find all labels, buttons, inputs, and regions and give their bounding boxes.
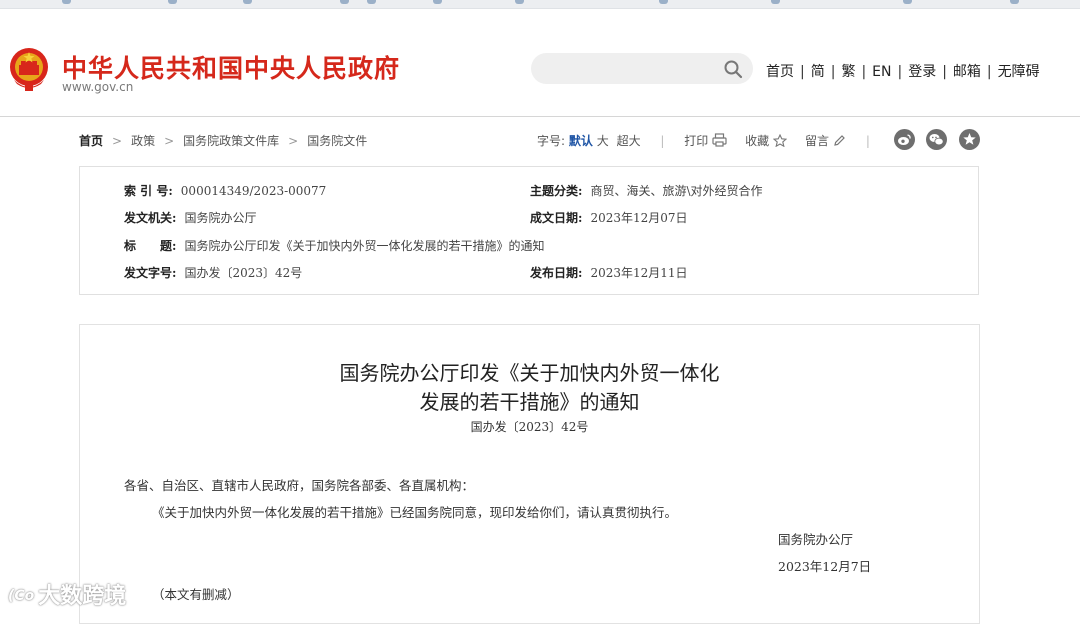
meta-label: 索 引 号: — [124, 184, 173, 198]
meta-value: 商贸、海关、旅游\对外经贸合作 — [590, 184, 763, 198]
weibo-icon[interactable] — [894, 129, 915, 150]
article-tools: 字号: 默认 大 超大 | 打印 收藏 留言 | — [537, 132, 886, 149]
tools-divider: | — [865, 134, 870, 148]
meta-value: 国务院办公厅 — [184, 211, 257, 225]
nav-accessibility[interactable]: 无障碍 — [998, 64, 1040, 80]
breadcrumb-policy[interactable]: 政策 — [131, 134, 155, 148]
watermark-logo: (Co — [8, 588, 35, 604]
document-title: 国务院办公厅印发《关于加快内外贸一体化 发展的若干措施》的通知 — [80, 359, 979, 417]
meta-label: 成文日期: — [530, 211, 583, 225]
nav-separator: | — [897, 64, 903, 80]
watermark-text: 大数跨境 — [38, 584, 127, 609]
document-title-line: 发展的若干措施》的通知 — [419, 390, 640, 414]
pencil-icon — [834, 135, 845, 146]
body-paragraph: 《关于加快内外贸一体化发展的若干措施》已经国务院同意，现印发给你们，请认真贯彻执… — [152, 505, 678, 520]
watermark: (Co 大数跨境 — [8, 578, 126, 610]
breadcrumb-home[interactable]: 首页 — [79, 134, 103, 148]
star-icon — [772, 133, 788, 148]
top-nav: 首页 | 简 | 繁 | EN | 登录 | 邮箱 | 无障碍 — [766, 61, 1040, 81]
search-input[interactable] — [531, 53, 753, 84]
meta-label: 发布日期: — [530, 266, 583, 280]
nav-separator: | — [800, 64, 805, 80]
meta-label: 标 题: — [124, 239, 177, 253]
document-metadata: 索 引 号: 000014349/2023-00077 主题分类: 商贸、海关、旅游… — [79, 166, 979, 295]
print-button[interactable]: 打印 — [684, 133, 727, 148]
nav-simplified[interactable]: 简 — [811, 64, 825, 80]
font-size-xlarge[interactable]: 超大 — [617, 134, 641, 148]
nav-home[interactable]: 首页 — [766, 64, 794, 80]
breadcrumb-state-council-docs[interactable]: 国务院文件 — [307, 134, 367, 148]
breadcrumb-arrow: > — [164, 134, 175, 148]
breadcrumb-arrow: > — [288, 134, 299, 148]
site-header: 中华人民共和国中央人民政府 www.gov.cn 首页 | 简 | 繁 | EN | 登录 | 邮箱… — [0, 9, 1080, 117]
deletion-note: （本文有删减） — [152, 587, 240, 602]
favorite-label: 收藏 — [745, 134, 770, 148]
search-icon[interactable] — [723, 59, 743, 79]
signature-date: 2023年12月7日 — [778, 559, 872, 574]
nav-english[interactable]: EN — [872, 64, 891, 80]
document-body: 国务院办公厅印发《关于加快内外贸一体化 发展的若干措施》的通知 国办发〔2023… — [79, 324, 980, 624]
browser-bookmark-strip — [0, 0, 1080, 9]
meta-issuer: 发文机关: 国务院办公厅 — [124, 209, 256, 226]
printer-icon — [712, 133, 727, 147]
signature: 国务院办公厅 — [778, 532, 854, 547]
favorite-button[interactable]: 收藏 — [745, 133, 788, 148]
nav-login[interactable]: 登录 — [908, 64, 936, 80]
site-url[interactable]: www.gov.cn — [62, 80, 133, 94]
tools-divider: | — [660, 134, 665, 148]
meta-value: 国办发〔2023〕42号 — [184, 266, 303, 280]
document-title-line: 国务院办公厅印发《关于加快内外贸一体化 — [339, 361, 720, 385]
nav-separator: | — [942, 64, 947, 80]
meta-value: 2023年12月07日 — [590, 211, 688, 225]
font-size-large[interactable]: 大 — [597, 134, 609, 148]
breadcrumb-toolbar: 首页 > 政策 > 国务院政策文件库 > 国务院文件 字号: 默认 大 超大 | 打印 收藏… — [79, 129, 980, 150]
breadcrumb-arrow: > — [112, 134, 123, 148]
comment-label: 留言 — [804, 134, 829, 148]
salutation: 各省、自治区、直辖市人民政府，国务院各部委、各直属机构： — [124, 478, 475, 493]
nav-traditional[interactable]: 繁 — [841, 64, 855, 80]
meta-label: 发文机关: — [124, 211, 177, 225]
font-size-label: 字号: — [537, 134, 566, 148]
breadcrumb-policy-library[interactable]: 国务院政策文件库 — [183, 134, 279, 148]
breadcrumb: 首页 > 政策 > 国务院政策文件库 > 国务院文件 — [79, 132, 367, 149]
meta-index-no: 索 引 号: 000014349/2023-00077 — [124, 182, 326, 199]
meta-value: 2023年12月11日 — [590, 266, 688, 280]
national-emblem-icon — [10, 48, 48, 91]
nav-separator: | — [830, 64, 836, 80]
meta-value: 000014349/2023-00077 — [180, 184, 327, 198]
meta-label: 发文字号: — [124, 266, 177, 280]
meta-doc-no: 发文字号: 国办发〔2023〕42号 — [124, 264, 302, 281]
document-number: 国办发〔2023〕42号 — [470, 420, 589, 434]
meta-value: 国务院办公厅印发《关于加快内外贸一体化发展的若干措施》的通知 — [184, 239, 545, 253]
comment-button[interactable]: 留言 — [805, 134, 846, 148]
star-circle-icon[interactable] — [959, 129, 980, 150]
meta-category: 主题分类: 商贸、海关、旅游\对外经贸合作 — [530, 182, 762, 199]
wechat-icon[interactable] — [926, 129, 947, 150]
print-label: 打印 — [684, 134, 709, 148]
nav-mail[interactable]: 邮箱 — [953, 64, 981, 80]
meta-label: 主题分类: — [530, 184, 583, 198]
meta-title: 标 题: 国务院办公厅印发《关于加快内外贸一体化发展的若干措施》的通知 — [124, 237, 544, 254]
font-size-default[interactable]: 默认 — [569, 134, 593, 148]
nav-separator: | — [861, 64, 867, 80]
meta-publish-date: 发布日期: 2023年12月11日 — [530, 264, 688, 281]
meta-written-date: 成文日期: 2023年12月07日 — [530, 209, 688, 226]
nav-separator: | — [986, 64, 992, 80]
